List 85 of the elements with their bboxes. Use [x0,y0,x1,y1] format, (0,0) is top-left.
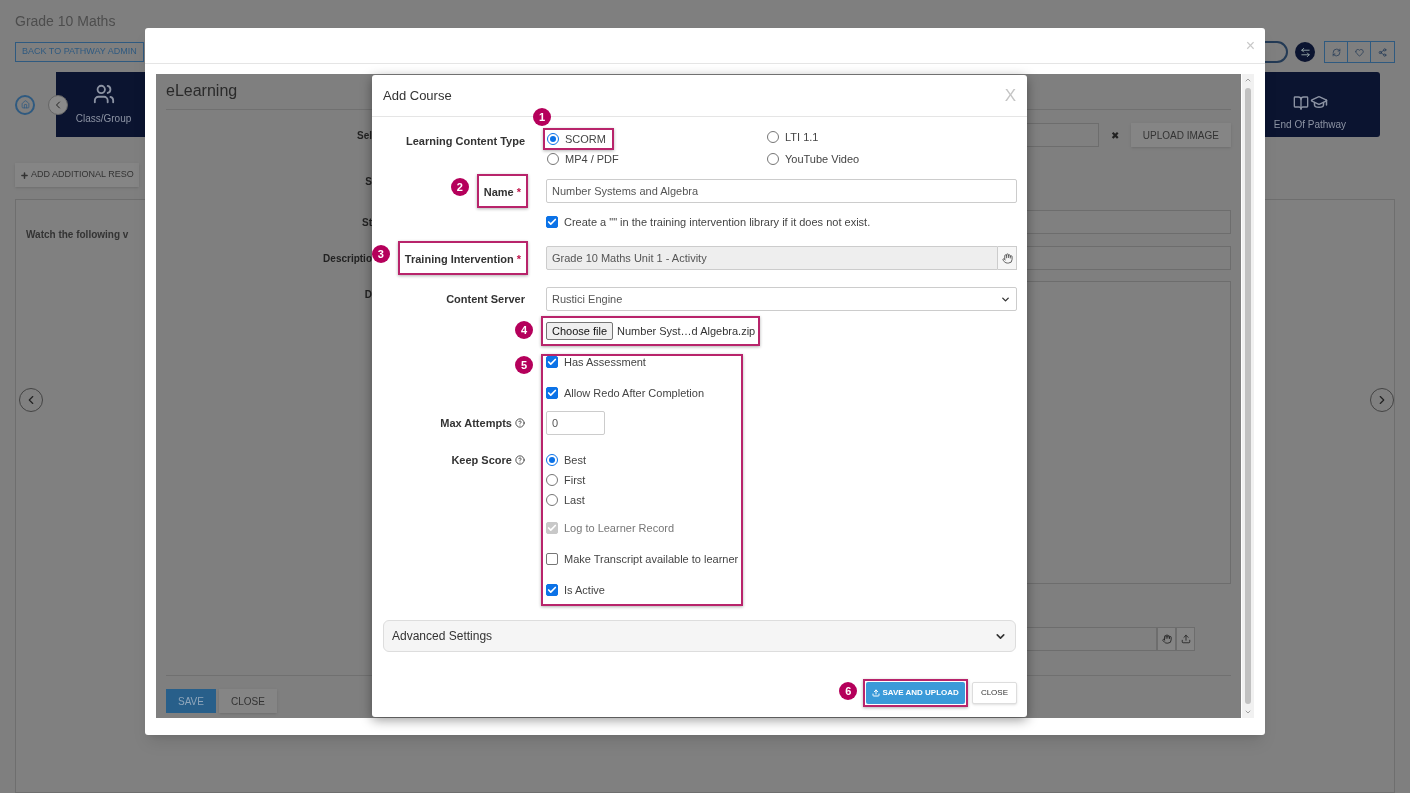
radio-label: LTI 1.1 [785,129,819,145]
scroll-up-icon [1244,76,1252,84]
checkbox[interactable] [546,216,558,228]
choose-file-button[interactable]: Choose file [546,322,614,340]
dialog-title: Add Course [383,86,452,105]
field-label: Descriptio [322,251,372,266]
check-icon [547,523,557,533]
check-icon [547,357,557,367]
refresh-icon [1331,47,1341,57]
help-icon [515,455,525,465]
name-field[interactable]: Number Systems and Algebra [546,179,1017,203]
file-name: Number Syst…d Algebra.zip [617,323,756,339]
radio-label: First [564,472,586,488]
pick-button[interactable] [998,246,1017,270]
radio-label: MP4 / PDF [565,151,619,167]
upload-icon [1180,634,1191,644]
close-button[interactable]: CLOSE [971,682,1017,704]
checkbox[interactable] [546,553,558,565]
checkbox-label: Log to Learner Record [564,520,675,536]
swap-icon [1299,46,1311,58]
radio-button[interactable] [546,474,558,486]
clear-button[interactable]: ✖ [1110,127,1119,143]
upload-icon [872,689,881,697]
number-badge: 5 [515,356,533,374]
radio-button[interactable] [767,131,779,143]
swap-button[interactable] [1295,42,1315,62]
number-badge: 1 [533,108,551,126]
number-badge: 3 [371,245,390,263]
check-icon [547,388,557,398]
radio-label: SCORM [565,131,606,147]
checkbox-label: Create a "" in the training intervention library if it does not exist. [564,214,871,230]
checkbox-label: Make Transcript available to learner [564,551,739,567]
share-icon [1378,47,1387,57]
field-label: Max Attempts [372,414,525,432]
help-icon [515,417,525,428]
field-label: Name * [483,186,521,198]
number-field[interactable]: 0 [546,411,605,435]
scroll-down-icon [1244,708,1252,716]
checkbox-label: Has Assessment [564,354,646,370]
number-badge: 2 [450,178,469,196]
group-icon [92,83,115,105]
checkbox[interactable] [546,387,558,399]
hand-pointer-icon [1161,634,1172,644]
plus-icon [20,170,29,180]
field-label: Training Intervention * [404,253,521,265]
field-label: Learning Content Type [405,134,525,149]
hand-pointer-icon [1001,252,1013,264]
upload-image-button[interactable]: UPLOAD IMAGE [1130,123,1231,147]
radio-button[interactable] [547,153,559,165]
field-label: D [363,288,372,302]
heart-icon [1354,47,1364,57]
radio-button[interactable] [546,454,558,466]
radio-label: Best [564,452,586,468]
check-icon [547,585,557,595]
radio-button[interactable] [767,153,779,165]
panel-title: eLearning [166,81,238,101]
field-label: S [364,174,372,189]
radio-label: YouTube Video [785,151,860,167]
field-label: Content Server [445,291,525,307]
upload-button[interactable] [1176,627,1195,651]
field-label: Sel [356,128,372,143]
checkbox-label: Allow Redo After Completion [564,385,704,401]
field-label: Keep Score [372,450,525,470]
checkbox-label: Is Active [564,582,605,598]
add-resource-button[interactable]: ADD ADDITIONAL RESO [15,163,139,187]
radio-button[interactable] [546,494,558,506]
advanced-settings-accordion[interactable]: Advanced Settings [383,620,1016,652]
graduation-path-icon [1292,93,1328,111]
previous-button[interactable] [48,94,68,115]
radio-label: Last [564,492,585,508]
scrollbar[interactable] [1242,74,1254,718]
checkbox[interactable] [546,356,558,368]
training-intervention-field[interactable]: Grade 10 Maths Unit 1 - Activity [546,246,998,270]
close-button[interactable]: CLOSE [218,689,277,713]
card-text: Watch the following v [26,228,129,242]
check-icon [547,217,557,227]
content-server-select[interactable]: Rustici Engine [546,287,1017,311]
number-badge: 6 [839,682,858,700]
checkbox[interactable] [546,584,558,596]
radio-button[interactable] [547,133,559,145]
pointer-button[interactable] [1157,627,1176,651]
save-and-upload-button[interactable]: SAVE AND UPLOAD [866,682,965,704]
number-badge: 4 [515,321,533,339]
field-label: St [361,215,372,230]
home-icon [20,100,30,109]
